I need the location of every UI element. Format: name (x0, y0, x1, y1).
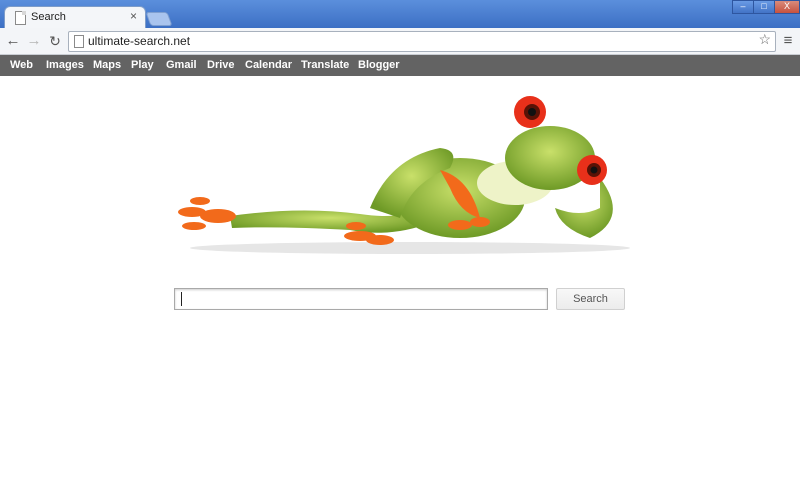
search-box[interactable] (174, 288, 548, 310)
back-icon[interactable]: ← (3, 31, 23, 51)
search-input[interactable] (180, 289, 544, 309)
search-button[interactable]: Search (556, 288, 625, 310)
page-icon (74, 35, 84, 48)
appbar-link-drive[interactable]: Drive (207, 59, 235, 71)
appbar-link-blogger[interactable]: Blogger (358, 59, 400, 71)
maximize-button[interactable]: □ (753, 0, 775, 14)
tab-close-icon[interactable]: × (130, 9, 137, 23)
app-bar: Web Images Maps Play Gmail Drive Calenda… (0, 55, 800, 76)
tab-search[interactable]: Search × (4, 6, 146, 29)
appbar-link-web[interactable]: Web (10, 59, 33, 71)
close-window-button[interactable]: X (774, 0, 800, 14)
appbar-link-play[interactable]: Play (131, 59, 154, 71)
appbar-link-maps[interactable]: Maps (93, 59, 121, 71)
address-bar[interactable]: ultimate-search.net ☆ (68, 31, 776, 52)
frog-logo (178, 96, 630, 254)
minimize-button[interactable]: – (732, 0, 754, 14)
appbar-link-images[interactable]: Images (46, 59, 84, 71)
appbar-link-gmail[interactable]: Gmail (166, 59, 197, 71)
text-caret (181, 292, 182, 306)
forward-icon[interactable]: → (24, 31, 44, 51)
appbar-link-calendar[interactable]: Calendar (245, 59, 292, 71)
address-url[interactable]: ultimate-search.net (88, 34, 190, 48)
appbar-link-translate[interactable]: Translate (301, 59, 349, 71)
menu-icon[interactable]: ≡ (780, 31, 796, 51)
bookmark-star-icon[interactable]: ☆ (758, 31, 771, 48)
page-icon (15, 11, 26, 25)
reload-icon[interactable]: ↻ (45, 31, 65, 51)
browser-toolbar: ← → ↻ ultimate-search.net ☆ ≡ (0, 28, 800, 55)
new-tab-button[interactable] (145, 12, 173, 26)
tab-title: Search (31, 11, 66, 23)
window-titlebar: Search × – □ X (0, 0, 800, 29)
